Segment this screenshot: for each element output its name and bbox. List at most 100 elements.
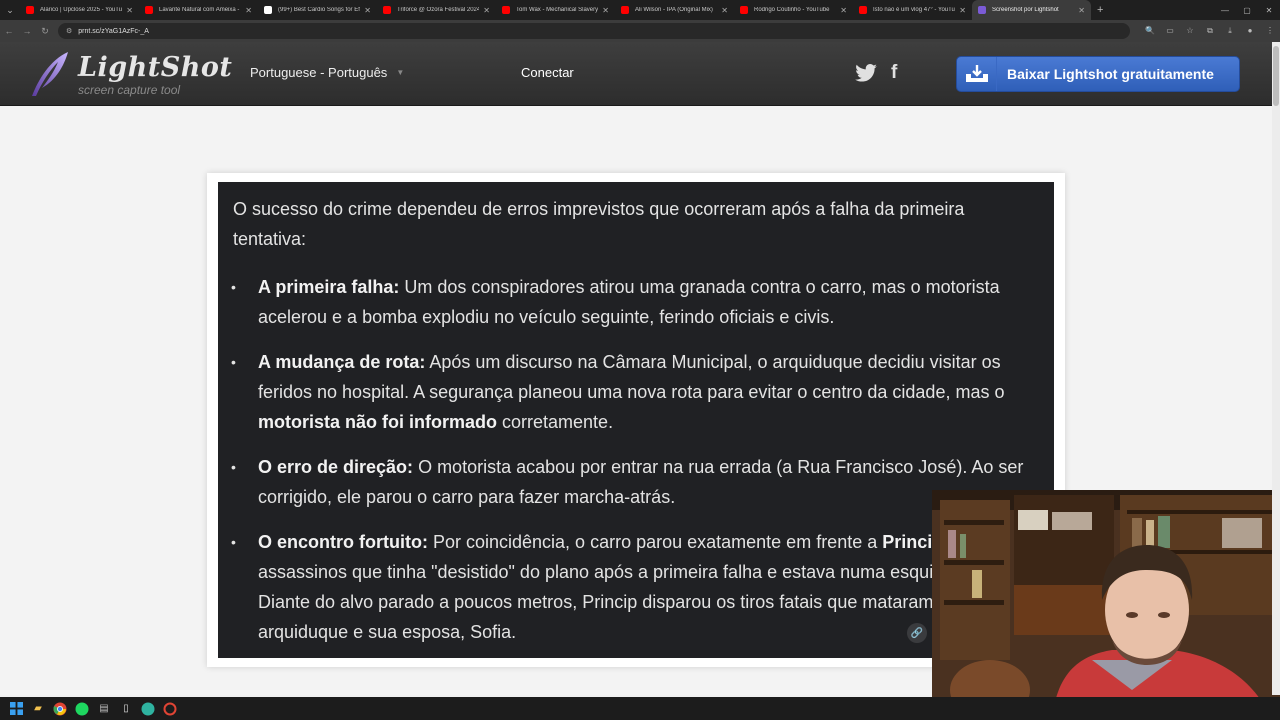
bullet-text: Por coincidência, o carro parou exatamen… <box>427 532 883 552</box>
tab-close-icon[interactable]: ✕ <box>245 6 252 15</box>
lightshot-logo[interactable]: LightShot screen capture tool <box>28 50 232 100</box>
notes-app-icon[interactable]: ▤ <box>96 701 112 717</box>
connect-link[interactable]: Conectar <box>521 65 574 80</box>
site-info-icon[interactable]: ⚙ <box>66 27 72 35</box>
tab-title: Screenshot por Lightshot <box>992 7 1059 13</box>
document-app-icon[interactable]: ▯ <box>118 701 134 717</box>
tab-close-icon[interactable]: ✕ <box>1078 6 1085 15</box>
scrollbar-thumb[interactable] <box>1273 46 1279 106</box>
forward-icon[interactable]: → <box>18 26 36 36</box>
browser-tab[interactable]: Alarico | Upclose 2025 - YouTube ✕ <box>20 0 139 20</box>
bullet-dot-icon: • <box>231 459 236 475</box>
page-scrollbar[interactable] <box>1272 42 1280 695</box>
profile-avatar[interactable]: ● <box>1240 26 1260 36</box>
tab-close-icon[interactable]: ✕ <box>364 6 371 15</box>
edge-icon[interactable] <box>140 701 156 717</box>
bullet-lead: O encontro fortuito: <box>258 532 428 552</box>
download-icon <box>957 57 997 91</box>
browser-tab[interactable]: Rodrigo Coutinho - YouTube ✕ <box>734 0 853 20</box>
zoom-icon[interactable]: 🔍 <box>1140 26 1160 36</box>
link-icon[interactable]: 🔗 <box>907 623 927 643</box>
tab-favicon-icon <box>978 6 986 14</box>
bookmark-star-icon[interactable]: ☆ <box>1180 26 1200 36</box>
browser-tab[interactable]: Screenshot por Lightshot ✕ <box>972 0 1091 20</box>
tab-close-icon[interactable]: ✕ <box>721 6 728 15</box>
browser-tab[interactable]: Ali Wilson - IPA (Original Mix) ✕ <box>615 0 734 20</box>
cast-icon[interactable]: ▭ <box>1160 26 1180 36</box>
windows-start-icon[interactable] <box>8 701 24 717</box>
twitter-icon[interactable] <box>855 64 877 82</box>
tab-title: Lavante Natural com Ameixa - YouTube <box>159 7 241 13</box>
language-label: Portuguese - Português <box>250 65 388 80</box>
tab-favicon-icon <box>740 6 748 14</box>
facebook-icon[interactable]: f <box>891 62 897 84</box>
minimize-icon[interactable]: — <box>1214 0 1236 20</box>
bullet-lead: A mudança de rota: <box>258 352 426 372</box>
tab-close-icon[interactable]: ✕ <box>959 6 966 15</box>
tab-title: Isto não é um vlog 47° - YouTube <box>873 7 956 13</box>
bullet-dot-icon: • <box>231 354 236 370</box>
tab-favicon-icon <box>26 6 34 14</box>
tab-favicon-icon <box>502 6 510 14</box>
window-controls: — ▢ ✕ <box>1214 0 1280 20</box>
tab-close-icon[interactable]: ✕ <box>840 6 847 15</box>
bullet-item: • O erro de direção: O motorista acabou p… <box>218 452 1054 512</box>
browser-tab[interactable]: Triforce @ Ozora Festival 2024 ✕ <box>377 0 496 20</box>
webcam-person-image <box>932 490 1280 720</box>
screenshot-image[interactable]: O sucesso do crime dependeu de erros imp… <box>218 182 1054 658</box>
browser-tab[interactable]: Isto não é um vlog 47° - YouTube ✕ <box>853 0 972 20</box>
tab-title: Ali Wilson - IPA (Original Mix) <box>635 7 713 13</box>
screenshot-intro: O sucesso do crime dependeu de erros imp… <box>233 199 965 249</box>
browser-tab[interactable]: (99+) Best Cardio Songs for Effi... ✕ <box>258 0 377 20</box>
close-window-icon[interactable]: ✕ <box>1258 0 1280 20</box>
spotify-icon[interactable] <box>74 701 90 717</box>
tab-close-icon[interactable]: ✕ <box>483 6 490 15</box>
tab-favicon-icon <box>145 6 153 14</box>
file-explorer-icon[interactable]: ▰ <box>30 701 46 717</box>
tab-title: Rodrigo Coutinho - YouTube <box>754 7 830 13</box>
toolbar-icons: 🔍 ▭ ☆ ⧉ ⤓ ● ⋮ <box>1140 26 1280 36</box>
bullet-dot-icon: • <box>231 279 236 295</box>
logo-tagline: screen capture tool <box>78 83 181 97</box>
reload-icon[interactable]: ↻ <box>36 26 54 37</box>
bullet-item: • A mudança de rota: Após um discurso na … <box>218 347 1054 437</box>
downloads-icon[interactable]: ⤓ <box>1220 26 1240 36</box>
menu-kebab-icon[interactable]: ⋮ <box>1260 26 1280 36</box>
bullet-emphasis: motorista não foi informado <box>258 412 498 432</box>
url-field[interactable]: ⚙ prnt.sc/zYaG1AzFc-_A <box>58 23 1130 39</box>
language-selector[interactable]: Portuguese - Português ▼ <box>250 65 404 80</box>
browser-tab[interactable]: Tom Wax - Mechanical Slavery ✕ <box>496 0 615 20</box>
tab-title: Triforce @ Ozora Festival 2024 <box>397 7 480 13</box>
back-icon[interactable]: ← <box>0 26 18 36</box>
bullet-lead: A primeira falha: <box>258 277 400 297</box>
address-bar-row: ← → ↻ ⚙ prnt.sc/zYaG1AzFc-_A 🔍 ▭ ☆ ⧉ ⤓ ●… <box>0 20 1280 42</box>
tab-favicon-icon <box>264 6 272 14</box>
webcam-overlay <box>932 490 1280 720</box>
bullet-text-continued: corretamente. <box>497 412 614 432</box>
screenshot-bullet-list: • A primeira falha: Um dos conspiradores … <box>218 272 1054 658</box>
social-links: f <box>855 62 897 84</box>
tab-search-icon[interactable]: ⌄ <box>0 0 20 20</box>
tab-close-icon[interactable]: ✕ <box>602 6 609 15</box>
tab-title: Alarico | Upclose 2025 - YouTube <box>40 7 123 13</box>
extensions-icon[interactable]: ⧉ <box>1200 26 1220 36</box>
download-label: Baixar Lightshot gratuitamente <box>1007 66 1214 82</box>
os-taskbar: ▰ ▤ ▯ <box>0 697 1280 720</box>
chrome-icon[interactable] <box>52 701 68 717</box>
tab-title: (99+) Best Cardio Songs for Effi... <box>278 7 361 13</box>
browser-tab[interactable]: Lavante Natural com Ameixa - YouTube ✕ <box>139 0 258 20</box>
maximize-icon[interactable]: ▢ <box>1236 0 1258 20</box>
lightshot-tray-icon[interactable] <box>162 701 178 717</box>
browser-tab-bar: ⌄ Alarico | Upclose 2025 - YouTube ✕ Lavan… <box>0 0 1280 20</box>
tab-title: Tom Wax - Mechanical Slavery <box>516 7 599 13</box>
chevron-down-icon: ▼ <box>396 68 405 77</box>
lightshot-header: LightShot screen capture tool Portuguese… <box>0 42 1280 106</box>
download-lightshot-button[interactable]: Baixar Lightshot gratuitamente <box>956 56 1240 92</box>
logo-name: LightShot <box>78 52 233 83</box>
url-text: prnt.sc/zYaG1AzFc-_A <box>78 27 149 35</box>
tab-close-icon[interactable]: ✕ <box>126 6 133 15</box>
new-tab-button[interactable]: + <box>1097 4 1103 16</box>
tab-favicon-icon <box>859 6 867 14</box>
bullet-lead: O erro de direção: <box>258 457 414 477</box>
bullet-item: • A primeira falha: Um dos conspiradores … <box>218 272 1054 332</box>
